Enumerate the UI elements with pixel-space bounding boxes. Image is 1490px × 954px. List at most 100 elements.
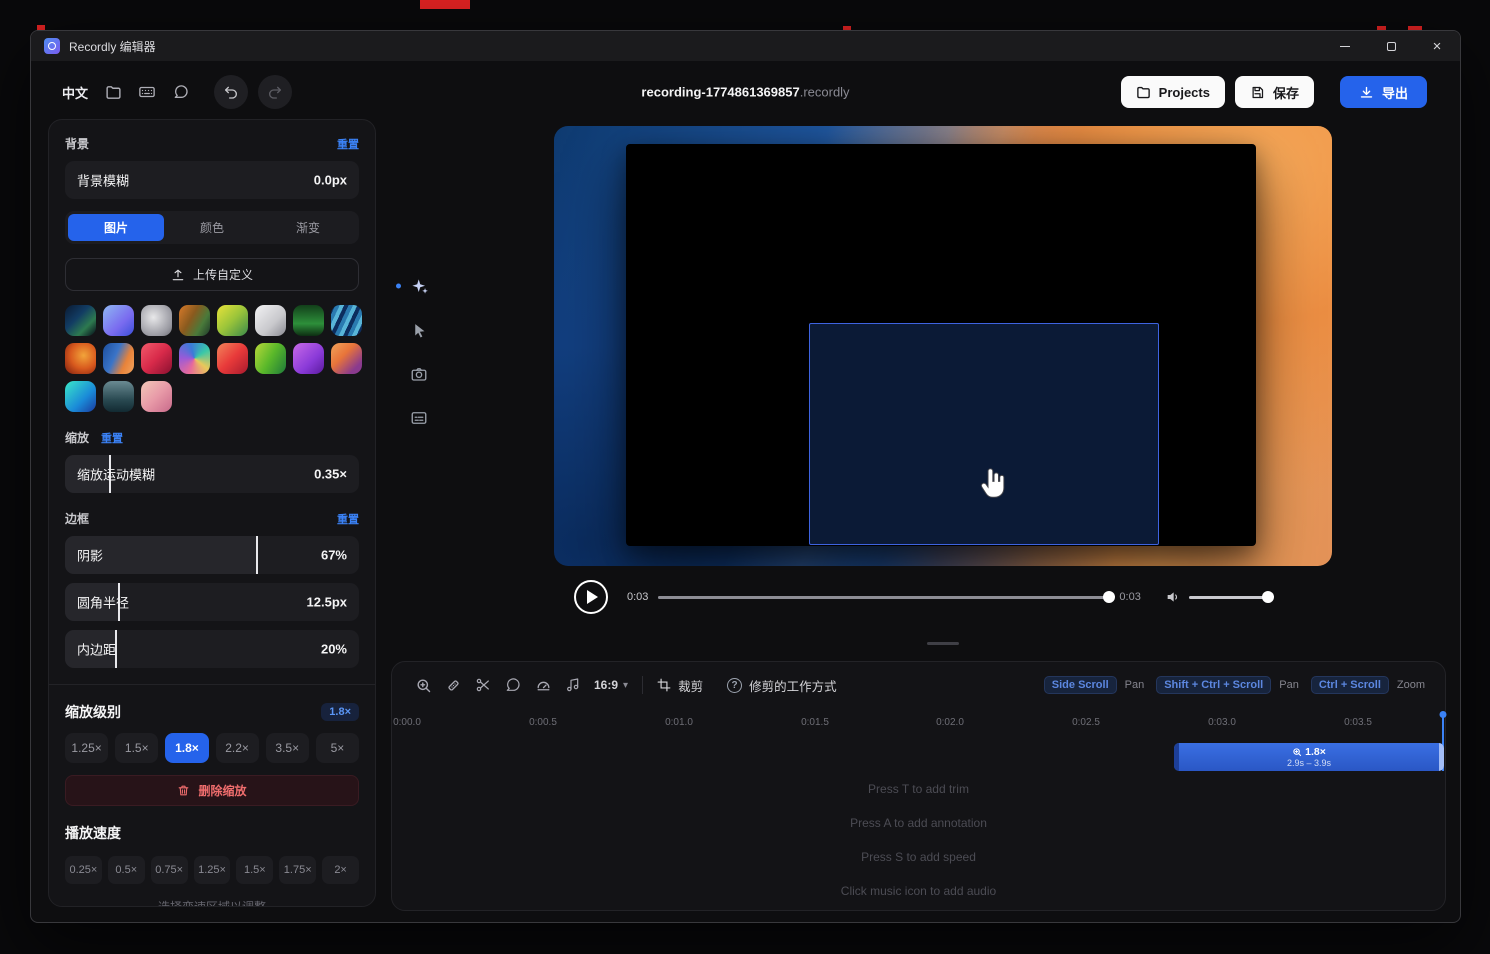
seek-knob[interactable] — [1103, 591, 1115, 603]
speed-option[interactable]: 0.75× — [151, 856, 188, 884]
open-project-button[interactable] — [98, 77, 128, 107]
zoom-level-option[interactable]: 5× — [316, 733, 359, 763]
folder-icon — [105, 84, 122, 101]
speed-option[interactable]: 0.5× — [108, 856, 145, 884]
captions-tool-button[interactable] — [402, 401, 436, 435]
zoom-level-option[interactable]: 1.25× — [65, 733, 108, 763]
crop-icon — [657, 678, 671, 692]
export-button[interactable]: 导出 — [1340, 76, 1427, 108]
zoom-fit-button[interactable] — [408, 671, 438, 699]
annotation-button[interactable] — [498, 671, 528, 699]
aspect-ratio-value: 16:9 — [594, 678, 618, 692]
duration-time: 0:03 — [1119, 591, 1140, 603]
sparkle-icon — [410, 277, 429, 296]
background-thumbnail[interactable] — [179, 305, 210, 336]
cursor-tool-button[interactable] — [402, 313, 436, 347]
background-blur-slider[interactable]: 背景模糊 0.0px — [65, 161, 359, 199]
corner-radius-slider[interactable]: 圆角半径 12.5px — [65, 583, 359, 621]
shortcut-action: Zoom — [1397, 679, 1425, 691]
background-thumbnail[interactable] — [217, 305, 248, 336]
play-button[interactable] — [574, 580, 608, 614]
zoom-motion-blur-slider[interactable]: 缩放运动模糊 0.35× — [65, 455, 359, 493]
background-thumbnail[interactable] — [141, 381, 172, 412]
border-reset-link[interactable]: 重置 — [337, 511, 359, 527]
background-thumbnail[interactable] — [255, 305, 286, 336]
tab-image[interactable]: 图片 — [68, 214, 164, 241]
shadow-slider[interactable]: 阴影 67% — [65, 536, 359, 574]
slider-thumb[interactable] — [256, 536, 258, 574]
cut-button[interactable] — [468, 671, 498, 699]
ruler-label: 0:02.5 — [1072, 717, 1100, 728]
speed-option[interactable]: 1.5× — [236, 856, 273, 884]
background-thumbnail[interactable] — [141, 343, 172, 374]
segment-right-resize-handle[interactable] — [1439, 743, 1444, 771]
panel-resize-handle[interactable] — [927, 642, 959, 645]
timeline-zoom-segment[interactable]: 1.8× 2.9s – 3.9s — [1174, 743, 1444, 771]
background-thumbnail[interactable] — [65, 343, 96, 374]
trim-razor-button[interactable] — [438, 671, 468, 699]
speed-option[interactable]: 1.25× — [194, 856, 231, 884]
timeline-ruler[interactable]: 0:00.0 0:00.5 0:01.0 0:01.5 0:02.0 0:02.… — [392, 708, 1445, 734]
segment-left-resize-handle[interactable] — [1174, 743, 1179, 771]
feedback-button[interactable] — [166, 77, 196, 107]
redo-button[interactable] — [258, 75, 292, 109]
speed-option[interactable]: 0.25× — [65, 856, 102, 884]
background-thumbnail[interactable] — [255, 343, 286, 374]
close-button[interactable]: × — [1414, 31, 1460, 61]
padding-slider[interactable]: 内边距 20% — [65, 630, 359, 668]
background-section-title: 背景 — [65, 135, 89, 152]
background-thumbnail[interactable] — [293, 343, 324, 374]
trim-help-button[interactable]: ? 修剪的工作方式 — [727, 676, 837, 695]
camera-tool-button[interactable] — [402, 357, 436, 391]
zoom-level-option[interactable]: 2.2× — [216, 733, 259, 763]
add-audio-button[interactable] — [558, 671, 588, 699]
language-button[interactable]: 中文 — [56, 79, 94, 106]
crop-button[interactable]: 裁剪 — [657, 676, 703, 695]
zoom-level-option[interactable]: 3.5× — [266, 733, 309, 763]
volume-button[interactable] — [1165, 589, 1181, 605]
background-thumbnail[interactable] — [65, 305, 96, 336]
ruler-label: 0:02.0 — [936, 717, 964, 728]
background-thumbnail[interactable] — [103, 381, 134, 412]
undo-button[interactable] — [214, 75, 248, 109]
play-icon — [587, 590, 598, 604]
projects-button[interactable]: Projects — [1121, 76, 1225, 108]
background-thumbnail[interactable] — [103, 343, 134, 374]
background-thumbnail[interactable] — [217, 343, 248, 374]
zoom-level-section-title: 缩放级别 — [65, 702, 121, 722]
shortcuts-button[interactable] — [132, 77, 162, 107]
volume-slider[interactable] — [1189, 591, 1271, 603]
background-thumbnail[interactable] — [331, 343, 362, 374]
zoom-level-option-active[interactable]: 1.8× — [165, 733, 208, 763]
auto-zoom-tool-button[interactable] — [402, 269, 436, 303]
upload-icon — [171, 268, 185, 282]
zoom-reset-link[interactable]: 重置 — [101, 430, 123, 446]
speed-segment-button[interactable] — [528, 671, 558, 699]
header-toolbar: 中文 recording-1774861369857.recordly — [31, 61, 1460, 123]
aspect-ratio-dropdown[interactable]: 16:9 ▾ — [594, 678, 628, 692]
zoom-segment-range: 2.9s – 3.9s — [1287, 758, 1331, 768]
toolbar-separator — [642, 676, 643, 694]
delete-zoom-button[interactable]: 删除缩放 — [65, 775, 359, 806]
speed-option[interactable]: 2× — [322, 856, 359, 884]
volume-knob[interactable] — [1262, 591, 1274, 603]
tab-gradient[interactable]: 渐变 — [260, 214, 356, 241]
maximize-button[interactable] — [1368, 31, 1414, 61]
background-thumbnail[interactable] — [65, 381, 96, 412]
upload-custom-button[interactable]: 上传自定义 — [65, 258, 359, 291]
background-reset-link[interactable]: 重置 — [337, 136, 359, 152]
minimize-button[interactable] — [1322, 31, 1368, 61]
zoom-level-option[interactable]: 1.5× — [115, 733, 158, 763]
background-thumbnail[interactable] — [293, 305, 324, 336]
background-thumbnail[interactable] — [103, 305, 134, 336]
tab-color[interactable]: 颜色 — [164, 214, 260, 241]
speed-option[interactable]: 1.75× — [279, 856, 316, 884]
video-preview[interactable] — [554, 126, 1332, 566]
background-thumbnail[interactable] — [331, 305, 362, 336]
background-thumbnail[interactable] — [141, 305, 172, 336]
seek-bar[interactable] — [658, 591, 1109, 603]
background-thumbnail[interactable] — [179, 343, 210, 374]
save-button[interactable]: 保存 — [1235, 76, 1314, 108]
zoom-focus-region[interactable] — [809, 323, 1159, 545]
timeline-hint: Press T to add trim — [392, 782, 1445, 796]
